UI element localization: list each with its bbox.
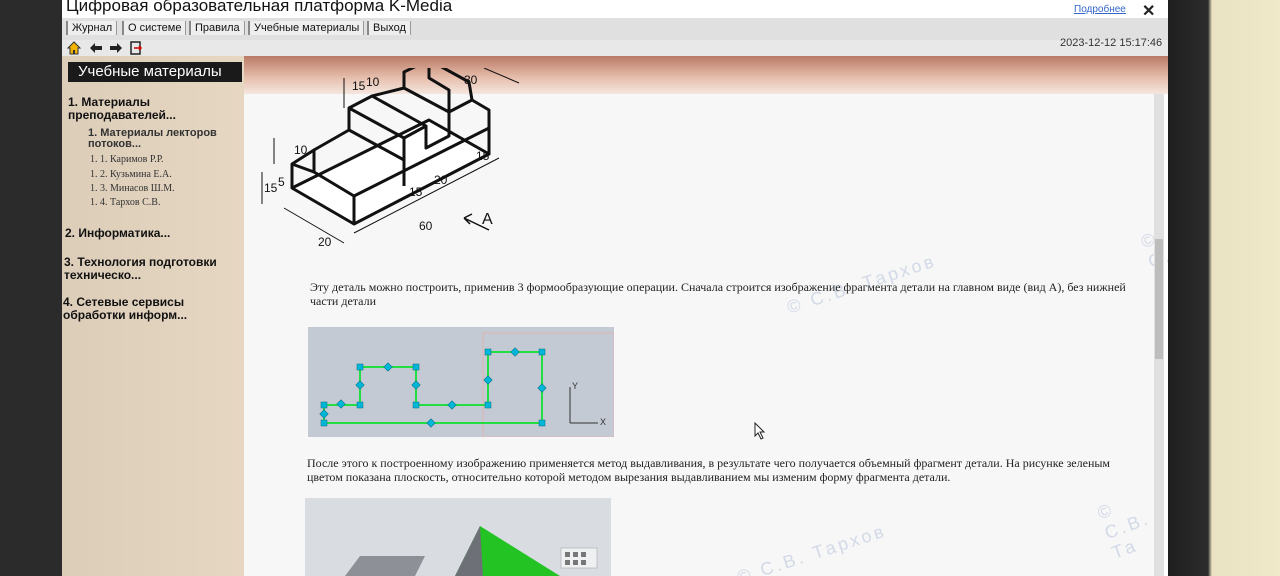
dim-15-mid: 15 (409, 185, 423, 199)
datetime: 2023-12-12 15:17:46 (1060, 37, 1163, 49)
sidebar-section-informatics[interactable]: 2. Информатика... (65, 227, 235, 240)
menu-materials[interactable]: Учебные материалы (248, 21, 365, 35)
sidebar-lecturer-3[interactable]: 1. 3. Минасов Ш.М. (90, 183, 175, 194)
content-area: 15 10 30 10 15 20 15 5 15 60 20 A Эту де… (244, 68, 1168, 576)
paragraph-2: После этого к построенному изображению п… (307, 456, 1111, 484)
menu-exit[interactable]: Выход (367, 21, 411, 35)
view-label-a: A (482, 211, 493, 228)
isometric-part-drawing: 15 10 30 10 15 20 15 5 15 60 20 A (261, 68, 520, 249)
dim-20-mid: 20 (434, 173, 448, 187)
sidebar-section-lecturers[interactable]: 1. Материалы лекторов потоков... (88, 128, 228, 150)
sidebar-section-teachers[interactable]: 1. Материалы преподавателей... (68, 96, 198, 122)
sidebar-section-technology[interactable]: 3. Технология подготовки техническо... (64, 256, 239, 282)
dim-5-left: 5 (278, 175, 285, 189)
extrusion-3d-image (305, 498, 611, 576)
watermark-4: © С.В. Тархов (734, 520, 889, 576)
sidebar: Учебные материалы 1. Материалы преподава… (62, 56, 244, 576)
app-title: Цифровая образовательная платформа K-Med… (66, 0, 453, 15)
sidebar-lecturer-1[interactable]: 1. 1. Каримов Р.Р. (90, 154, 164, 165)
title-bar: Цифровая образовательная платформа K-Med… (62, 0, 1168, 20)
monitor-bezel-left (0, 0, 62, 576)
dim-15-top: 15 (352, 79, 366, 93)
mouse-cursor-icon (754, 422, 766, 440)
dim-10-top: 10 (366, 75, 380, 89)
more-link[interactable]: Подробнее (1074, 4, 1126, 15)
axis-x-label: X (600, 417, 606, 427)
dim-15-right: 15 (476, 149, 490, 163)
dim-30: 30 (464, 73, 478, 87)
dim-60: 60 (419, 219, 433, 233)
axis-y-label: Y (572, 381, 578, 391)
sidebar-lecturer-2[interactable]: 1. 2. Кузьмина Е.А. (90, 169, 172, 180)
watermark-3: © С.В. Та (1094, 498, 1153, 563)
dim-15-left: 15 (264, 181, 278, 195)
sidebar-title: Учебные материалы (68, 62, 242, 82)
menu-rules[interactable]: Правила (189, 21, 245, 35)
scrollbar-thumb[interactable] (1155, 239, 1163, 359)
dim-20-bottom: 20 (318, 235, 332, 249)
monitor-bezel-right (1168, 0, 1280, 576)
sidebar-lecturer-4[interactable]: 1. 4. Тархов С.В. (90, 197, 160, 208)
sidebar-section-network[interactable]: 4. Сетевые сервисы обработки информ... (63, 296, 233, 322)
cad-sketch-image: Y X (308, 327, 614, 437)
menu-journal[interactable]: Журнал (66, 21, 118, 35)
browser-screen: Цифровая образовательная платформа K-Med… (62, 0, 1168, 576)
menu-bar: Журнал О системе Правила Учебные материа… (62, 18, 1168, 41)
vertical-scrollbar[interactable] (1154, 94, 1164, 576)
dim-10-left: 10 (294, 143, 308, 157)
paragraph-1: Эту деталь можно построить, применив 3 ф… (310, 280, 1126, 308)
menu-about[interactable]: О системе (122, 21, 187, 35)
